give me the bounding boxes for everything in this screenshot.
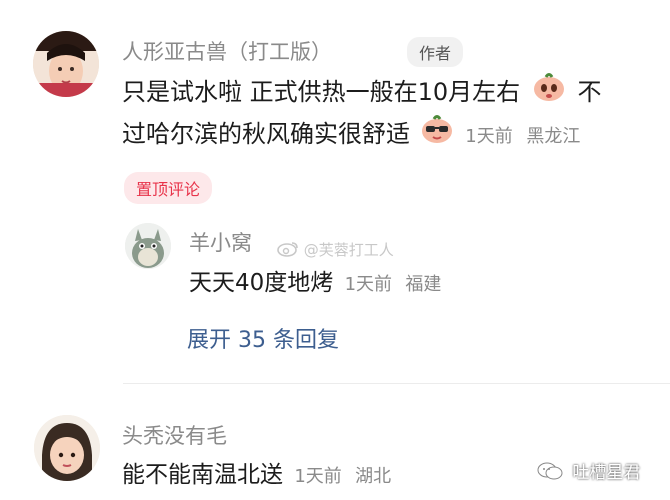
watermark-text: @芙蓉打工人 <box>303 241 394 259</box>
peach-emoji-icon <box>532 72 566 114</box>
weibo-icon <box>277 241 299 261</box>
expand-replies-link[interactable]: 展开 35 条回复 <box>187 322 339 354</box>
avatar[interactable] <box>34 415 100 481</box>
avatar[interactable] <box>125 223 171 269</box>
comment-text-line1: 只是试水啦 正式供热一般在10月左右 <box>122 78 521 106</box>
comment-location: 湖北 <box>355 466 392 487</box>
reply-content: 天天40度地烤 <box>189 270 334 296</box>
comment-text-line2: 过哈尔滨的秋风确实很舒适 <box>122 120 410 148</box>
author-badge: 作者 <box>407 37 464 67</box>
reply-time: 1天前 <box>344 274 393 295</box>
wechat-icon <box>537 461 563 486</box>
comment-username[interactable]: 人形亚古兽（打工版） <box>122 36 332 66</box>
comment-time: 1天前 <box>465 126 513 147</box>
comment-text: 能不能南温北送 1天前 湖北 <box>122 455 391 497</box>
pinned-comment-badge: 置顶评论 <box>124 172 213 204</box>
reply-username[interactable]: 羊小窝 <box>189 227 252 257</box>
comment-content: 能不能南温北送 <box>122 462 283 488</box>
avatar[interactable] <box>33 31 99 97</box>
comment-username[interactable]: 头秃没有毛 <box>122 420 227 450</box>
corner-watermark-text: 吐槽星君 <box>572 463 641 483</box>
peach-sunglasses-emoji-icon <box>420 114 454 156</box>
comment-text: 只是试水啦 正式供热一般在10月左右 不 过哈尔滨的秋风确实很舒适 1天前 黑龙… <box>122 72 662 157</box>
comment-location: 黑龙江 <box>526 126 581 147</box>
reply-location: 福建 <box>405 274 442 295</box>
corner-watermark: 吐槽星君 <box>537 458 640 486</box>
comment-text-line1-tail: 不 <box>577 78 602 106</box>
comment-divider <box>123 383 670 384</box>
comment-time: 1天前 <box>294 466 342 487</box>
reply-text: 天天40度地烤 1天前 福建 <box>189 263 441 305</box>
watermark: @芙蓉打工人 <box>277 239 394 261</box>
